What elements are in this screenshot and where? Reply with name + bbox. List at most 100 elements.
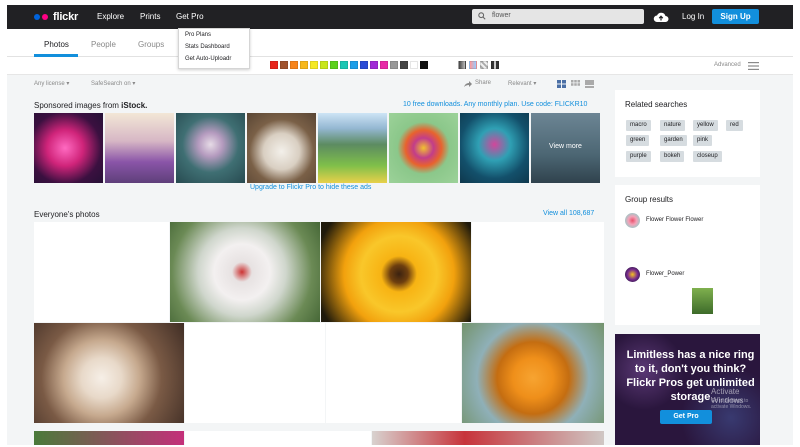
tab-people[interactable]: People bbox=[91, 40, 116, 49]
color-swatch[interactable] bbox=[360, 61, 368, 69]
tag-purple[interactable]: purple bbox=[626, 151, 651, 162]
filter-black-white[interactable] bbox=[458, 61, 466, 69]
view-all-link[interactable]: View all 108,687 bbox=[543, 210, 594, 217]
grid-view-icon[interactable] bbox=[571, 80, 580, 88]
tag-yellow[interactable]: yellow bbox=[693, 120, 718, 131]
color-swatch[interactable] bbox=[410, 61, 418, 69]
upgrade-pro-link[interactable]: Upgrade to Flickr Pro to hide these ads bbox=[250, 184, 371, 191]
sponsored-image[interactable] bbox=[34, 113, 103, 183]
everyones-photos-heading: Everyone's photos bbox=[34, 210, 100, 219]
color-swatch[interactable] bbox=[300, 61, 308, 69]
color-swatch[interactable] bbox=[280, 61, 288, 69]
color-swatch[interactable] bbox=[330, 61, 338, 69]
filter-minimalist[interactable] bbox=[480, 61, 488, 69]
advanced-link[interactable]: Advanced bbox=[714, 62, 741, 68]
group-name: Flower_Power bbox=[646, 271, 685, 277]
tag-closeup[interactable]: closeup bbox=[693, 151, 722, 162]
group-results-title: Group results bbox=[625, 195, 674, 204]
login-link[interactable]: Log In bbox=[682, 12, 704, 21]
photo-tile[interactable] bbox=[321, 222, 471, 322]
photo-tile[interactable] bbox=[372, 431, 604, 445]
color-swatch[interactable] bbox=[380, 61, 388, 69]
sponsored-image[interactable] bbox=[247, 113, 316, 183]
sponsored-image[interactable] bbox=[176, 113, 245, 183]
istock-offer-link[interactable]: 10 free downloads. Any monthly plan. Use… bbox=[403, 101, 587, 108]
logo-pink-dot-icon bbox=[42, 14, 48, 20]
photo-tile[interactable] bbox=[326, 323, 461, 423]
color-swatch[interactable] bbox=[390, 61, 398, 69]
photo-tile[interactable] bbox=[462, 323, 604, 423]
tag-green[interactable]: green bbox=[626, 135, 650, 146]
color-swatch[interactable] bbox=[270, 61, 278, 69]
tag-nature[interactable]: nature bbox=[660, 120, 686, 131]
color-swatch[interactable] bbox=[400, 61, 408, 69]
justified-view-icon[interactable] bbox=[557, 80, 566, 88]
photo-tile[interactable] bbox=[34, 323, 184, 423]
related-searches-title: Related searches bbox=[625, 100, 688, 109]
group-results-card: Group results Flower Flower Flower Flowe… bbox=[615, 185, 760, 325]
nav-explore[interactable]: Explore bbox=[97, 12, 124, 21]
signup-button[interactable]: Sign Up bbox=[712, 9, 759, 24]
photo-tile[interactable] bbox=[185, 431, 371, 445]
sort-dropdown[interactable]: Relevant ▾ bbox=[508, 80, 536, 87]
sort-label: Relevant bbox=[508, 81, 532, 87]
dropdown-item-auto-uploadr[interactable]: Get Auto-Uploadr bbox=[179, 53, 249, 65]
share-button[interactable]: Share bbox=[475, 80, 491, 86]
photo-tile[interactable] bbox=[34, 222, 169, 322]
tab-photos[interactable]: Photos bbox=[44, 40, 69, 49]
share-icon[interactable] bbox=[464, 81, 472, 87]
logo-text: flickr bbox=[53, 11, 79, 23]
dropdown-item-pro-plans[interactable]: Pro Plans bbox=[179, 29, 249, 41]
flickr-logo[interactable]: flickr bbox=[34, 11, 78, 23]
tag-bokeh[interactable]: bokeh bbox=[660, 151, 685, 162]
safesearch-dropdown[interactable]: SafeSearch on ▾ bbox=[91, 80, 135, 87]
nav-prints[interactable]: Prints bbox=[140, 12, 160, 21]
filter-shallow-depth[interactable] bbox=[469, 61, 477, 69]
sponsored-image[interactable] bbox=[318, 113, 387, 183]
sponsored-image-view-more[interactable]: View more bbox=[531, 113, 600, 183]
style-filter-swatches bbox=[458, 61, 499, 69]
sponsored-image[interactable] bbox=[460, 113, 529, 183]
color-swatch[interactable] bbox=[340, 61, 348, 69]
color-swatch[interactable] bbox=[320, 61, 328, 69]
group-item[interactable]: Flower Flower Flower bbox=[625, 213, 745, 229]
main-content: Any license ▾ SafeSearch on ▾ Share Rele… bbox=[34, 75, 604, 445]
upload-cloud-icon[interactable] bbox=[653, 11, 669, 23]
dropdown-item-stats-dashboard[interactable]: Stats Dashboard bbox=[179, 41, 249, 53]
search-value: flower bbox=[492, 12, 511, 19]
color-swatch[interactable] bbox=[420, 61, 428, 69]
photo-tile[interactable] bbox=[472, 222, 604, 322]
top-navigation: flickr Explore Prints Get Pro flower Log… bbox=[7, 5, 793, 29]
color-swatch[interactable] bbox=[370, 61, 378, 69]
color-swatch[interactable] bbox=[350, 61, 358, 69]
group-avatar bbox=[625, 213, 640, 228]
color-swatch[interactable] bbox=[310, 61, 318, 69]
photo-tile[interactable] bbox=[170, 222, 320, 322]
tag-garden[interactable]: garden bbox=[660, 135, 687, 146]
tag-red[interactable]: red bbox=[726, 120, 743, 131]
group-item[interactable]: Flower_Power bbox=[625, 267, 745, 283]
promo-get-pro-button[interactable]: Get Pro bbox=[660, 410, 712, 424]
search-input[interactable]: flower bbox=[472, 9, 644, 24]
sponsored-image[interactable] bbox=[389, 113, 458, 183]
list-view-icon[interactable] bbox=[585, 80, 594, 88]
color-swatch[interactable] bbox=[290, 61, 298, 69]
safesearch-label: SafeSearch on bbox=[91, 81, 131, 87]
related-searches-card: Related searches macro nature yellow red… bbox=[615, 90, 760, 177]
license-label: Any license bbox=[34, 81, 65, 87]
photo-tile[interactable] bbox=[185, 323, 325, 423]
photo-tile[interactable] bbox=[34, 431, 184, 445]
nav-get-pro[interactable]: Get Pro bbox=[176, 12, 204, 21]
tag-macro[interactable]: macro bbox=[626, 120, 651, 131]
sponsored-image[interactable] bbox=[105, 113, 174, 183]
group-photo-thumbnail[interactable] bbox=[692, 288, 713, 314]
search-icon bbox=[478, 12, 486, 20]
filter-bar: Advanced bbox=[7, 57, 793, 75]
license-dropdown[interactable]: Any license ▾ bbox=[34, 80, 69, 87]
tab-groups[interactable]: Groups bbox=[138, 40, 164, 49]
color-filter-swatches bbox=[270, 61, 428, 69]
sponsored-images-row: View more bbox=[34, 113, 600, 183]
hamburger-menu-icon[interactable] bbox=[748, 62, 759, 70]
tag-pink[interactable]: pink bbox=[693, 135, 713, 146]
filter-patterns[interactable] bbox=[491, 61, 499, 69]
